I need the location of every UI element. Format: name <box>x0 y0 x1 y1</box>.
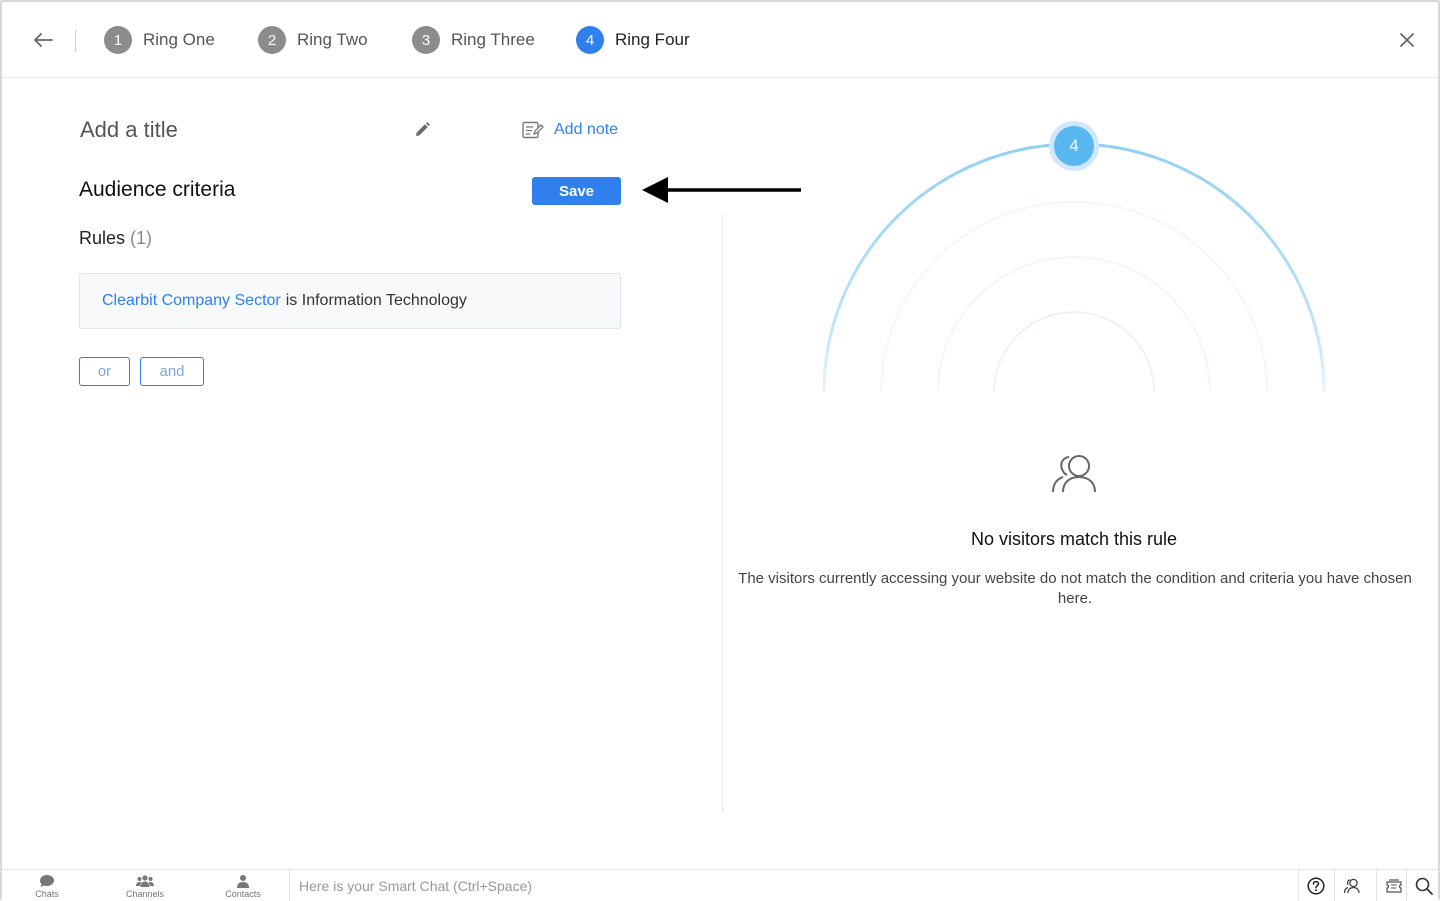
step-ring-three[interactable]: 3 Ring Three <box>412 26 535 54</box>
tickets-button[interactable] <box>1376 870 1410 901</box>
people-group-icon <box>136 875 154 887</box>
empty-state-description: The visitors currently accessing your we… <box>738 570 1412 607</box>
nav-channels[interactable]: Channels <box>105 870 185 901</box>
tickets-icon <box>1385 878 1402 893</box>
close-icon <box>1400 33 1414 47</box>
ring-three-arc <box>880 201 1268 393</box>
empty-state-title: No visitors match this rule <box>970 529 1178 549</box>
smart-chat-input[interactable] <box>299 874 1279 898</box>
visitors-icon <box>1343 878 1360 893</box>
nav-contacts[interactable]: Contacts <box>203 870 283 901</box>
step-ring-four[interactable]: 4 Ring Four <box>576 26 690 54</box>
ring-badge-number: 4 <box>1054 126 1094 166</box>
header-divider <box>75 30 76 52</box>
step-ring-two[interactable]: 2 Ring Two <box>258 26 368 54</box>
step-number: 4 <box>576 26 604 54</box>
add-note-label: Add note <box>554 121 619 138</box>
smart-chat-divider <box>289 870 290 901</box>
nav-chats[interactable]: Chats <box>7 870 87 901</box>
ring-badge: 4 <box>1049 121 1099 171</box>
pointer-arrow-icon <box>642 177 801 203</box>
rules-label: Rules <box>79 228 126 248</box>
or-button[interactable]: or <box>79 357 130 386</box>
help-icon <box>1306 876 1325 895</box>
step-number: 2 <box>258 26 286 54</box>
panel-divider <box>722 214 723 812</box>
title-input[interactable] <box>80 114 380 146</box>
rules-heading: Rules (1) <box>79 228 152 249</box>
rule-condition: is Information Technology <box>285 292 467 309</box>
back-button[interactable] <box>30 27 56 53</box>
visitors-icon <box>1052 455 1096 493</box>
header-bar: 1 Ring One 2 Ring Two 3 Ring Three 4 Rin… <box>2 2 1438 78</box>
ring-two-arc <box>937 256 1211 393</box>
rule-item[interactable]: Clearbit Company Sector is Information T… <box>79 273 621 329</box>
add-note-button[interactable]: Add note <box>522 118 618 142</box>
nav-label: Channels <box>125 889 165 899</box>
app-window: 1 Ring One 2 Ring Two 3 Ring Three 4 Rin… <box>0 0 1440 901</box>
step-label: Ring Three <box>451 30 535 49</box>
step-ring-one[interactable]: 1 Ring One <box>104 26 215 54</box>
step-label: Ring One <box>143 30 215 49</box>
note-icon <box>522 121 544 139</box>
step-number: 3 <box>412 26 440 54</box>
chat-bubble-icon <box>40 875 54 887</box>
rule-field: Clearbit Company Sector <box>102 292 281 309</box>
arrow-left-icon <box>34 33 53 47</box>
step-label: Ring Four <box>615 30 690 49</box>
close-button[interactable] <box>1395 28 1419 52</box>
audience-criteria-heading: Audience criteria <box>79 178 236 201</box>
edit-title-button[interactable] <box>410 118 434 142</box>
help-button[interactable] <box>1298 870 1332 901</box>
ring-four-arc <box>822 142 1326 393</box>
visitors-button[interactable] <box>1334 870 1368 901</box>
step-label: Ring Two <box>297 30 368 49</box>
pencil-icon <box>416 122 430 136</box>
and-button[interactable]: and <box>140 357 204 386</box>
rules-count: (1) <box>130 228 153 248</box>
person-icon <box>237 875 249 888</box>
bottom-bar: Chats Channels Contacts Here is your Sma… <box>2 869 1440 901</box>
nav-label: Contacts <box>225 889 261 899</box>
ring-one-arc <box>993 311 1155 393</box>
step-number: 1 <box>104 26 132 54</box>
save-button[interactable]: Save <box>532 177 621 205</box>
nav-label: Chats <box>35 889 59 899</box>
search-button[interactable] <box>1406 870 1440 901</box>
search-icon <box>1415 877 1433 895</box>
